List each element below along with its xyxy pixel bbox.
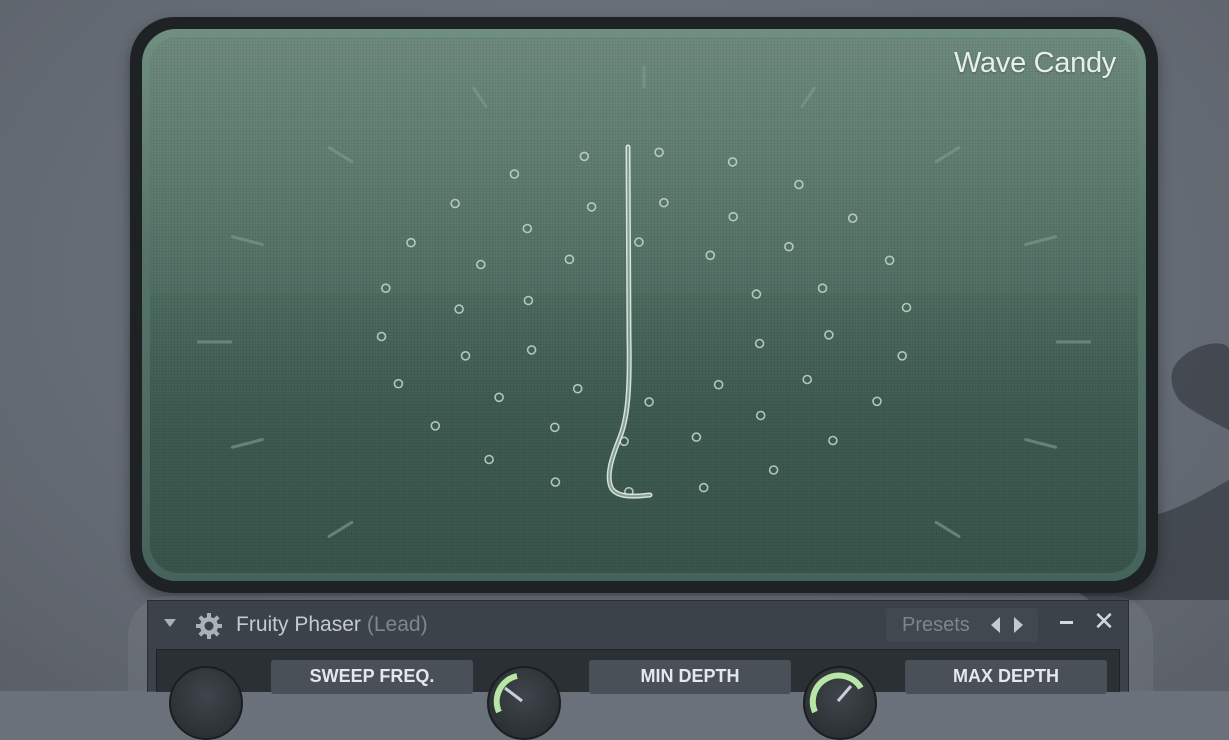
dial-tick (1024, 438, 1058, 449)
spectrum-dot (713, 379, 724, 390)
dial-tick (1024, 235, 1058, 246)
spectrum-dot (579, 151, 590, 162)
gear-icon[interactable] (195, 612, 223, 640)
spectrum-dot (884, 255, 895, 266)
spectrum-dot (768, 465, 779, 475)
sweep-freq-knob[interactable] (169, 666, 243, 740)
minimize-icon[interactable] (1060, 621, 1073, 624)
spectrum-dot (698, 482, 709, 493)
spectrum-dot (872, 396, 882, 407)
spectrum-dot (751, 289, 762, 299)
spectrum-dot (659, 197, 669, 208)
spectrum-dot (550, 477, 561, 487)
spectrum-dot (475, 259, 486, 270)
plugin-target: (Lead) (366, 613, 428, 636)
spectrum-dot (509, 169, 520, 179)
spectrum-dot (523, 295, 534, 306)
spectrum-dot (454, 304, 464, 314)
spectrum-dot (564, 254, 575, 265)
plugin-name: Fruity Phaser (236, 613, 361, 636)
spectrum-dot (406, 237, 416, 248)
spectrum-dot (794, 179, 804, 190)
dial-tick (934, 146, 961, 164)
wave-candy-window: Wave Candy (130, 17, 1158, 593)
spectrum-dot (901, 302, 912, 313)
dial-tick (230, 438, 264, 449)
plugin-window: Fruity Phaser (Lead) Presets ✕ SWEEP FREQ… (147, 600, 1129, 740)
spectrum-dot (381, 283, 391, 293)
plugin-controls: SWEEP FREQ. MIN DEPTH MAX DEPTH (156, 649, 1120, 740)
spectrum-dot (526, 345, 537, 355)
spectrum-dot (784, 241, 794, 252)
spectrum-dot (484, 454, 494, 465)
spectrum-dot (755, 410, 766, 421)
spectrum-dot (727, 157, 738, 167)
close-icon[interactable]: ✕ (1093, 609, 1115, 635)
spectrum-dot (549, 422, 560, 433)
spectrum-dot (705, 250, 716, 261)
spectrum-dot (691, 432, 702, 442)
spectrum-dot (754, 338, 765, 349)
prev-preset-icon[interactable] (991, 617, 1000, 633)
spectrum-dot (728, 211, 739, 222)
dial-tick (934, 520, 961, 538)
next-preset-icon[interactable] (1014, 617, 1023, 633)
spectrum-dot (572, 383, 583, 394)
spectrum-dot (586, 202, 597, 212)
spectrum-dot (460, 350, 471, 361)
sweep-freq-label: SWEEP FREQ. (271, 660, 473, 694)
spectrum-dot (376, 331, 387, 342)
wave-candy-bezel: Wave Candy (142, 29, 1146, 581)
spectrum-dot (824, 330, 834, 340)
dial-tick (472, 86, 488, 108)
plugin-titlebar[interactable]: Fruity Phaser (Lead) Presets ✕ (148, 601, 1128, 645)
spectrum-dot (430, 420, 441, 431)
presets-label[interactable]: Presets (902, 614, 970, 637)
dial-tick (230, 235, 264, 246)
max-depth-label: MAX DEPTH (905, 660, 1107, 694)
spectrum-dot (828, 435, 838, 446)
visualizer-title: Wave Candy (954, 47, 1116, 79)
presets-selector[interactable]: Presets (886, 608, 1038, 642)
max-depth-knob[interactable] (803, 666, 877, 740)
dropdown-arrow-icon[interactable] (164, 619, 176, 627)
spectrum-dot (450, 198, 460, 209)
min-depth-knob[interactable] (487, 666, 561, 740)
spectrum-dot (654, 147, 664, 158)
wave-candy-screen[interactable]: Wave Candy (150, 37, 1138, 573)
spectrum-dot (634, 237, 644, 247)
plugin-title: Fruity Phaser (Lead) (236, 613, 428, 637)
spectrum-dot (494, 392, 504, 403)
spectrum-dot (522, 223, 533, 234)
spectrum-dot (802, 374, 813, 385)
dial-tick (327, 146, 354, 164)
dial-tick (327, 520, 354, 538)
min-depth-label: MIN DEPTH (589, 660, 791, 694)
spectrum-dot (847, 213, 858, 223)
spectrum-dot (817, 283, 828, 293)
spectrum-dots (376, 147, 912, 497)
dial-tick (800, 86, 816, 108)
spectrum-dot (897, 350, 908, 361)
oscilloscope-display (197, 65, 1091, 538)
spectrum-dot (644, 397, 654, 407)
spectrum-dot (393, 378, 404, 389)
